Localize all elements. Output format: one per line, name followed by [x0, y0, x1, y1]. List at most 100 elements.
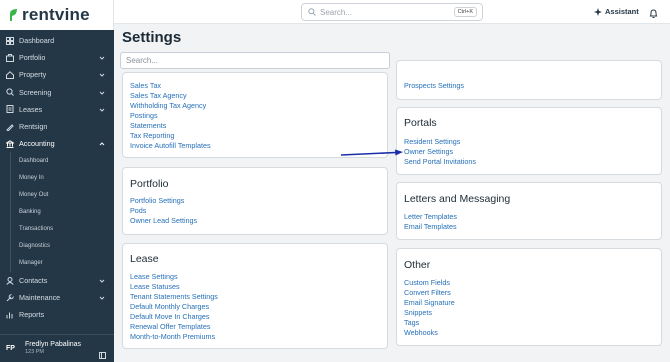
sidebar-item-maintenance[interactable]: Maintenance [0, 289, 114, 306]
logo[interactable]: rentvine [0, 0, 114, 30]
link-custom-fields[interactable]: Custom Fields [404, 278, 455, 288]
settings-search-input[interactable]: Search... [120, 52, 390, 69]
link-renewal-offer-templates[interactable]: Renewal Offer Templates [130, 322, 218, 332]
sidebar-subitem-diagnostics[interactable]: Diagnostics [11, 238, 114, 255]
link-sales-tax[interactable]: Sales Tax [130, 81, 211, 91]
shortcut-badge: Ctrl+K [453, 7, 477, 17]
sidebar-subitem-manager[interactable]: Manager [11, 255, 114, 272]
link-sales-tax-agency[interactable]: Sales Tax Agency [130, 91, 211, 101]
link-letter-templates[interactable]: Letter Templates [404, 212, 457, 222]
screening-icon [6, 88, 14, 97]
rentsign-icon [6, 123, 14, 131]
card-links: Sales Tax Sales Tax Agency Withholding T… [130, 81, 211, 151]
sidebar-item-label: Portfolio [19, 53, 46, 63]
link-webhooks[interactable]: Webhooks [404, 328, 455, 338]
contacts-icon [6, 276, 14, 285]
card-title: Letters and Messaging [404, 193, 511, 205]
sidebar-item-dashboard[interactable]: Dashboard [0, 32, 114, 49]
card-links: Prospects Settings [404, 81, 464, 91]
leases-icon [6, 105, 14, 114]
link-portfolio-settings[interactable]: Portfolio Settings [130, 196, 197, 206]
card-links: Letter Templates Email Templates [404, 212, 457, 232]
card-links: Resident Settings Owner Settings Send Po… [404, 137, 476, 167]
link-prospects-settings[interactable]: Prospects Settings [404, 81, 464, 91]
link-default-monthly-charges[interactable]: Default Monthly Charges [130, 302, 218, 312]
link-email-signature[interactable]: Email Signature [404, 298, 455, 308]
chevron-down-icon [99, 294, 105, 300]
settings-card-portals: Portals Resident Settings Owner Settings… [396, 107, 662, 175]
sidebar-item-accounting[interactable]: Accounting [0, 135, 114, 152]
dashboard-icon [6, 36, 14, 45]
assistant-button[interactable]: Assistant [594, 7, 639, 16]
sidebar-item-label: Accounting [19, 139, 55, 149]
sidebar-item-label: Dashboard [19, 36, 55, 46]
global-search-input[interactable]: Search... Ctrl+K [301, 3, 483, 21]
rentvine-leaf-icon [8, 8, 19, 22]
link-tags[interactable]: Tags [404, 318, 455, 328]
link-owner-settings[interactable]: Owner Settings [404, 147, 476, 157]
sidebar-item-label: Reports [19, 310, 45, 320]
sidebar-item-property[interactable]: Property [0, 66, 114, 83]
link-pods[interactable]: Pods [130, 206, 197, 216]
card-title: Other [404, 259, 431, 271]
sidebar-nav: Dashboard Portfolio Property Screening L… [0, 30, 114, 324]
settings-card-lease: Lease Lease Settings Lease Statuses Tena… [122, 243, 388, 349]
search-icon [308, 8, 316, 16]
sidebar-subitem-money-in[interactable]: Money In [11, 169, 114, 186]
link-resident-settings[interactable]: Resident Settings [404, 137, 476, 147]
sidebar-subitem-transactions[interactable]: Transactions [11, 221, 114, 238]
topbar: Search... Ctrl+K Assistant [114, 0, 670, 24]
settings-card-portfolio: Portfolio Portfolio Settings Pods Owner … [122, 167, 388, 235]
user-footer[interactable]: FP Fredlyn Pabalinas 123 PM [0, 334, 114, 362]
card-title: Portals [404, 117, 437, 129]
sidebar-item-contacts[interactable]: Contacts [0, 272, 114, 289]
collapse-sidebar-icon[interactable] [99, 346, 106, 359]
link-postings[interactable]: Postings [130, 111, 211, 121]
link-tax-reporting[interactable]: Tax Reporting [130, 131, 211, 141]
accounting-submenu: Dashboard Money In Money Out Banking Tra… [10, 152, 114, 272]
sidebar-item-leases[interactable]: Leases [0, 101, 114, 118]
link-invoice-autofill-templates[interactable]: Invoice Autofill Templates [130, 141, 211, 151]
sidebar-item-reports[interactable]: Reports [0, 306, 114, 323]
user-name: Fredlyn Pabalinas [25, 341, 82, 348]
settings-card-prospects: Prospects Settings [396, 60, 662, 100]
link-month-to-month-premiums[interactable]: Month-to-Month Premiums [130, 332, 218, 342]
link-lease-settings[interactable]: Lease Settings [130, 272, 218, 282]
link-default-move-in-charges[interactable]: Default Move In Charges [130, 312, 218, 322]
sidebar-item-portfolio[interactable]: Portfolio [0, 49, 114, 66]
card-links: Custom Fields Convert Filters Email Sign… [404, 278, 455, 338]
sidebar: rentvine Dashboard Portfolio Property Sc… [0, 0, 114, 362]
settings-card-letters-messaging: Letters and Messaging Letter Templates E… [396, 182, 662, 240]
search-placeholder: Search... [320, 7, 353, 17]
card-title: Lease [130, 253, 159, 265]
sidebar-item-label: Leases [19, 104, 43, 114]
reports-icon [6, 311, 14, 319]
chevron-down-icon [99, 106, 105, 112]
link-convert-filters[interactable]: Convert Filters [404, 288, 455, 298]
sidebar-item-screening[interactable]: Screening [0, 84, 114, 101]
link-send-portal-invitations[interactable]: Send Portal Invitations [404, 157, 476, 167]
chevron-up-icon [99, 140, 105, 146]
bell-icon[interactable] [649, 6, 658, 18]
chevron-down-icon [99, 89, 105, 95]
link-owner-lead-settings[interactable]: Owner Lead Settings [130, 216, 197, 226]
link-lease-statuses[interactable]: Lease Statuses [130, 282, 218, 292]
chevron-down-icon [99, 277, 105, 283]
link-statements[interactable]: Statements [130, 121, 211, 131]
sidebar-item-label: Screening [19, 87, 52, 97]
sidebar-subitem-banking[interactable]: Banking [11, 204, 114, 221]
sidebar-item-label: Rentsign [19, 122, 48, 132]
sidebar-subitem-money-out[interactable]: Money Out [11, 187, 114, 204]
sidebar-item-rentsign[interactable]: Rentsign [0, 118, 114, 135]
maintenance-icon [6, 294, 14, 302]
logo-text: rentvine [22, 5, 90, 24]
link-snippets[interactable]: Snippets [404, 308, 455, 318]
link-withholding-tax-agency[interactable]: Withholding Tax Agency [130, 101, 211, 111]
link-email-templates[interactable]: Email Templates [404, 222, 457, 232]
card-title: Portfolio [130, 178, 169, 190]
property-icon [6, 71, 14, 79]
sidebar-subitem-dashboard[interactable]: Dashboard [11, 152, 114, 169]
link-tenant-statements-settings[interactable]: Tenant Statements Settings [130, 292, 218, 302]
assistant-label: Assistant [605, 7, 639, 16]
user-role: 123 PM [25, 349, 44, 355]
